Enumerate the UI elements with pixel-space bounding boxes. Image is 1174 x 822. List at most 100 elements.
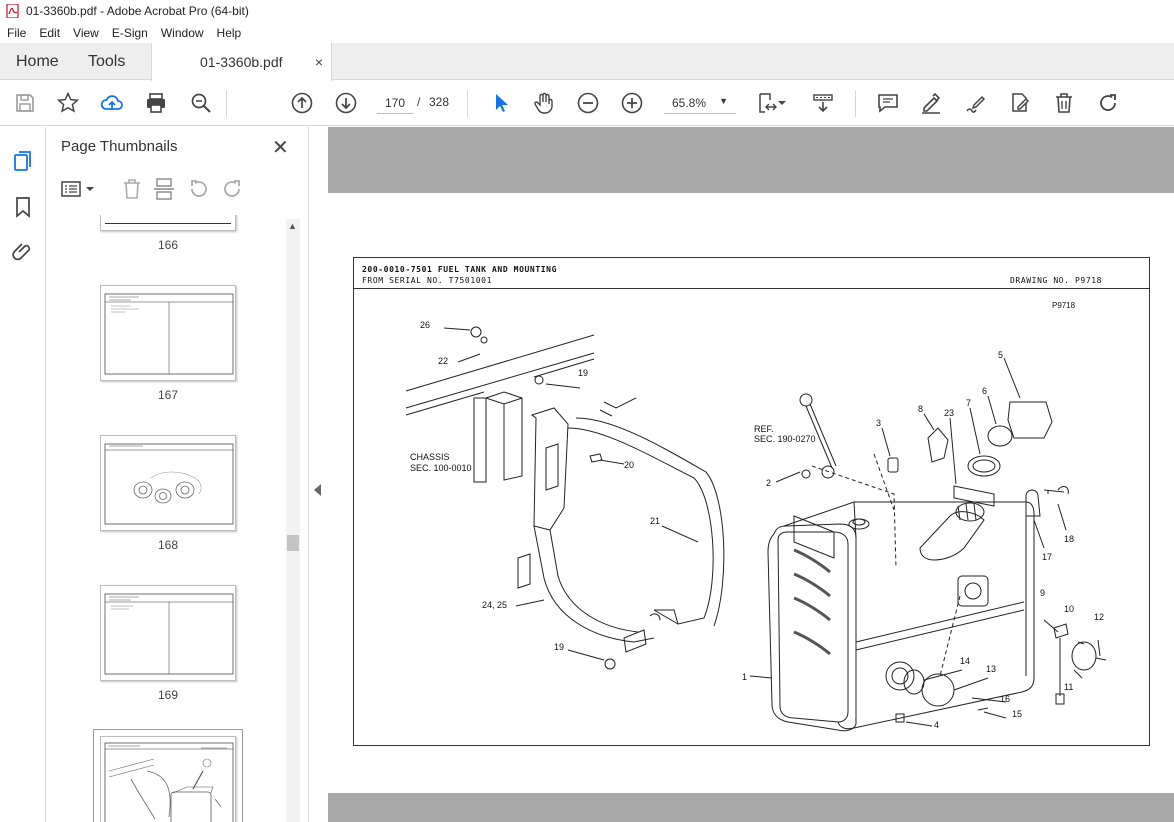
thumbnail-table-graphic	[104, 293, 234, 375]
menu-view[interactable]: View	[66, 26, 105, 40]
callout-label: 10	[1064, 604, 1074, 614]
next-page-icon[interactable]	[334, 91, 358, 115]
page-number-input[interactable]	[377, 92, 413, 114]
left-navigation-rail	[0, 127, 46, 822]
callout-label: 7	[966, 398, 971, 408]
thumbnail-page-168[interactable]	[100, 435, 236, 531]
drawing-code: P9718	[1052, 301, 1076, 310]
callout-label: 18	[1064, 534, 1074, 544]
zoom-value: 65.8%	[672, 95, 707, 110]
reference-note: REF.	[754, 424, 774, 434]
edit-pdf-icon[interactable]	[1008, 91, 1032, 115]
attachments-paperclip-icon[interactable]	[11, 240, 35, 264]
zoom-out-icon[interactable]	[576, 91, 600, 115]
thumbnail-label: 168	[157, 538, 179, 552]
menu-file[interactable]: File	[0, 26, 32, 40]
document-view[interactable]: 200-0010-7501 FUEL TANK AND MOUNTING FRO…	[328, 127, 1174, 822]
thumbnail-table-graphic	[104, 593, 234, 675]
menu-window[interactable]: Window	[154, 26, 210, 40]
collapse-arrow-icon	[314, 484, 321, 496]
close-panel-icon[interactable]: ✕	[272, 135, 289, 160]
thumbnail-options-icon[interactable]	[60, 177, 96, 201]
callout-label: 21	[650, 516, 660, 526]
rotate-left-icon[interactable]	[187, 177, 211, 201]
callout-label: 4	[934, 720, 939, 730]
callout-label: 3	[876, 418, 881, 428]
toolbar-separator	[855, 90, 856, 117]
chassis-note: SEC. 100-0010	[410, 463, 472, 473]
menu-esign[interactable]: E-Sign	[105, 26, 154, 40]
highlight-pen-icon[interactable]	[919, 91, 943, 115]
main-toolbar: / 328 65.8% ▼	[0, 81, 1174, 126]
bookmark-star-icon[interactable]	[56, 91, 80, 115]
callout-label: 1	[742, 672, 747, 682]
zoom-level-select[interactable]: 65.8% ▼	[664, 92, 736, 114]
panel-collapse-handle[interactable]	[308, 127, 328, 822]
thumbnail-scrollbar[interactable]: ▲	[286, 219, 300, 822]
thumbnail-list: 166 167 168 169	[46, 215, 286, 822]
page-thumbnails-icon[interactable]	[11, 149, 35, 173]
scroll-up-icon[interactable]: ▲	[288, 221, 297, 231]
select-cursor-icon[interactable]	[489, 91, 513, 115]
callout-label: 20	[624, 460, 634, 470]
bookmarks-icon[interactable]	[11, 195, 35, 219]
close-tab-icon[interactable]: ×	[315, 54, 323, 70]
tab-tools[interactable]: Tools	[88, 43, 125, 80]
sign-pen-icon[interactable]	[963, 91, 987, 115]
thumbnail-drawing-graphic	[104, 443, 234, 525]
rotate-right-icon[interactable]	[220, 177, 244, 201]
chevron-down-icon[interactable]	[776, 91, 788, 115]
upload-cloud-icon[interactable]	[100, 91, 124, 115]
print-icon[interactable]	[144, 91, 168, 115]
chassis-note: CHASSIS	[410, 452, 450, 462]
save-icon[interactable]	[13, 91, 37, 115]
chevron-down-icon: ▼	[719, 96, 728, 106]
title-bar: 01-3360b.pdf - Adobe Acrobat Pro (64-bit…	[0, 0, 1174, 22]
acrobat-logo-icon	[6, 4, 19, 18]
hand-tool-icon[interactable]	[532, 91, 556, 115]
menu-help[interactable]: Help	[210, 26, 248, 40]
tab-home[interactable]: Home	[16, 43, 59, 80]
extract-page-icon[interactable]	[152, 177, 176, 201]
previous-page-icon[interactable]	[290, 91, 314, 115]
callout-label: 16	[1000, 694, 1010, 704]
callout-label: 23	[944, 408, 954, 418]
thumbnail-label: 166	[157, 238, 179, 252]
document-tab-label: 01-3360b.pdf	[200, 54, 283, 70]
delete-trash-icon[interactable]	[1052, 91, 1076, 115]
callout-label: 19	[578, 368, 588, 378]
thumbnail-drawing-graphic	[104, 742, 234, 822]
thumbnail-label: 167	[157, 388, 179, 402]
comment-icon[interactable]	[876, 91, 900, 115]
zoom-in-icon[interactable]	[620, 91, 644, 115]
thumbnail-page-169[interactable]	[100, 585, 236, 681]
callout-label: 11	[1064, 682, 1073, 692]
callout-label: 19	[554, 642, 564, 652]
drawing-frame: 200-0010-7501 FUEL TANK AND MOUNTING FRO…	[353, 257, 1150, 746]
callout-label: 15	[1012, 709, 1022, 719]
tab-bar: Home Tools 01-3360b.pdf ×	[0, 43, 1174, 81]
window-title: 01-3360b.pdf - Adobe Acrobat Pro (64-bit…	[26, 4, 249, 18]
panel-title: Page Thumbnails	[61, 138, 178, 155]
callout-label: 13	[986, 664, 996, 674]
scrollbar-thumb[interactable]	[287, 535, 299, 551]
callout-label: 26	[420, 320, 430, 330]
zoom-search-icon[interactable]	[189, 91, 213, 115]
menu-bar: File Edit View E-Sign Window Help	[0, 22, 1174, 43]
callout-label: 12	[1094, 612, 1104, 622]
rotate-redo-icon[interactable]	[1096, 91, 1120, 115]
callout-label: 8	[918, 404, 923, 414]
page-separator: /	[417, 95, 421, 109]
scroll-mode-icon[interactable]	[811, 91, 835, 115]
thumbnail-page-167[interactable]	[100, 285, 236, 381]
thumbnail-page-166[interactable]	[100, 215, 236, 231]
toolbar-separator	[226, 90, 227, 117]
tab-document[interactable]: 01-3360b.pdf ×	[151, 43, 332, 81]
delete-page-icon[interactable]	[120, 177, 144, 201]
menu-edit[interactable]: Edit	[32, 26, 66, 40]
thumbnail-page-170[interactable]	[100, 736, 236, 822]
thumbnail-tools	[46, 173, 308, 205]
fuel-tank-exploded-diagram: 26 22 19 20 21 24, 25 19 2 3 8 23 7 6 5	[405, 301, 1107, 732]
total-pages: 328	[429, 95, 450, 109]
callout-label: 24, 25	[482, 600, 507, 610]
